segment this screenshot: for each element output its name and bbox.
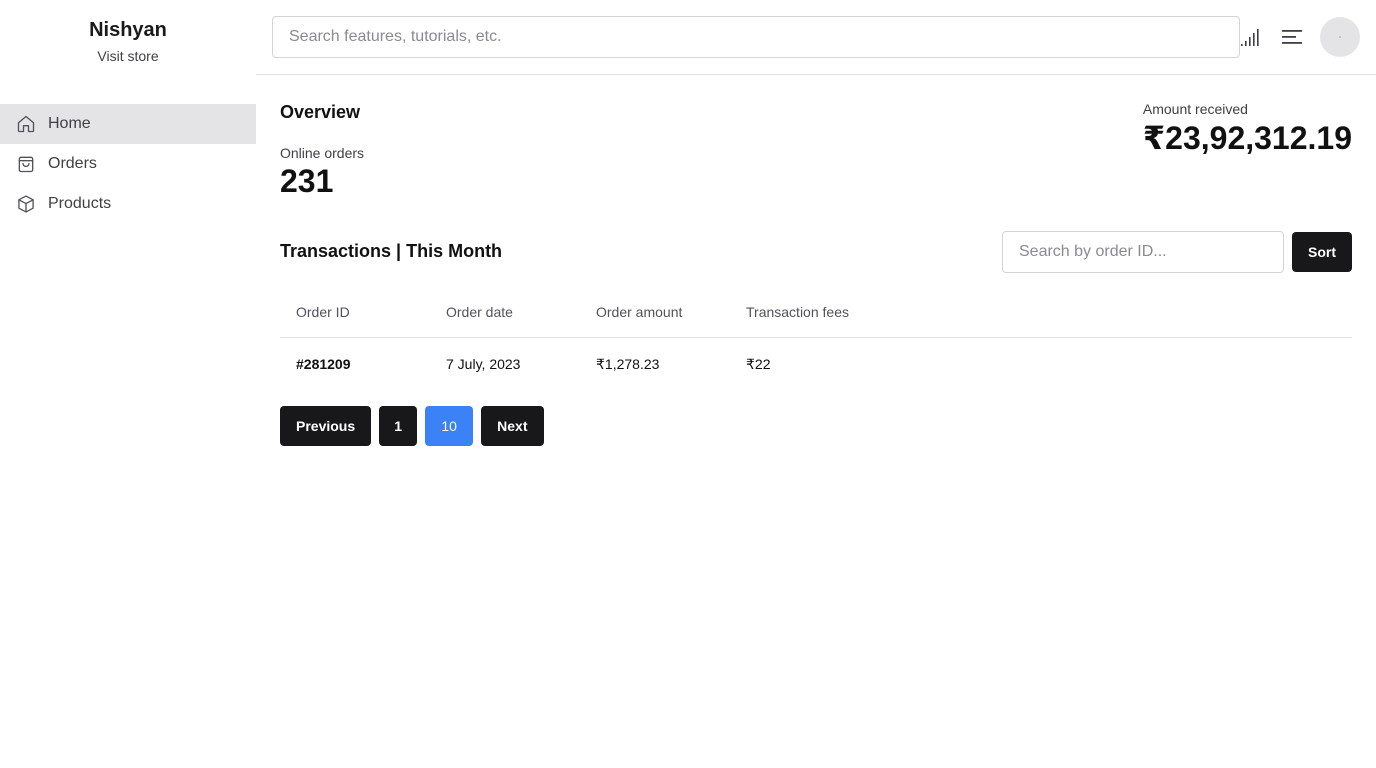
sidebar-nav: Home Orders Products: [0, 104, 256, 224]
signal-icon[interactable]: [1240, 26, 1262, 48]
page-button-1[interactable]: 1: [379, 406, 418, 446]
online-orders-label: Online orders: [280, 145, 365, 161]
sidebar-item-orders[interactable]: Orders: [0, 144, 256, 184]
store-name: Nishyan: [89, 19, 167, 41]
pagination: Previous 1 10 Next: [280, 406, 552, 446]
cell-order-id: #281209: [296, 356, 351, 372]
global-search-input[interactable]: [272, 16, 1240, 58]
sidebar-item-products[interactable]: Products: [0, 184, 256, 224]
column-header-order-date[interactable]: Order date: [430, 304, 580, 320]
order-search-input[interactable]: [1002, 231, 1284, 273]
online-orders-value: 231: [280, 163, 334, 199]
cell-order-date: 7 July, 2023: [446, 356, 521, 372]
previous-page-button[interactable]: Previous: [280, 406, 372, 446]
page-button-10[interactable]: 10: [425, 406, 474, 446]
transactions-table: Order ID Order date Order amount Transac…: [280, 287, 1352, 390]
sidebar-item-label: Orders: [48, 155, 97, 172]
column-header-order-id[interactable]: Order ID: [280, 304, 430, 320]
column-header-order-amount[interactable]: Order amount: [580, 304, 730, 320]
sort-button[interactable]: Sort: [1292, 232, 1352, 272]
sidebar: Nishyan Visit store Home Orders Products: [0, 0, 256, 768]
sidebar-item-label: Products: [48, 195, 112, 212]
amount-received-label: Amount received: [1142, 101, 1248, 117]
visit-store-link[interactable]: Visit store: [0, 48, 256, 64]
amount-received-value: ₹23,92,312.19: [1142, 120, 1352, 156]
avatar[interactable]: [1320, 17, 1360, 57]
app-root: Nishyan Visit store Home Orders Products…: [0, 0, 1376, 768]
menu-icon[interactable]: [1281, 26, 1303, 48]
amount-received: Amount received ₹23,92,312.19: [1143, 101, 1352, 156]
sidebar-item-home[interactable]: Home: [0, 104, 256, 144]
cell-transaction-fees: ₹22: [746, 355, 771, 372]
top-header: [256, 0, 1376, 75]
home-icon: [16, 114, 36, 134]
column-header-transaction-fees[interactable]: Transaction fees: [730, 304, 880, 320]
sidebar-item-label: Home: [48, 115, 91, 132]
shopping-bag-icon: [16, 154, 36, 174]
brand: Nishyan Visit store: [0, 18, 256, 64]
table-row[interactable]: #281209 7 July, 2023 ₹1,278.23 ₹22: [280, 338, 1352, 390]
next-page-button[interactable]: Next: [481, 406, 544, 446]
transactions-title: Transactions | This Month: [280, 241, 503, 261]
cell-order-amount: ₹1,278.23: [596, 355, 660, 372]
overview-title: Overview: [280, 102, 361, 122]
table-header: Order ID Order date Order amount Transac…: [280, 287, 1352, 338]
package-icon: [16, 194, 36, 214]
